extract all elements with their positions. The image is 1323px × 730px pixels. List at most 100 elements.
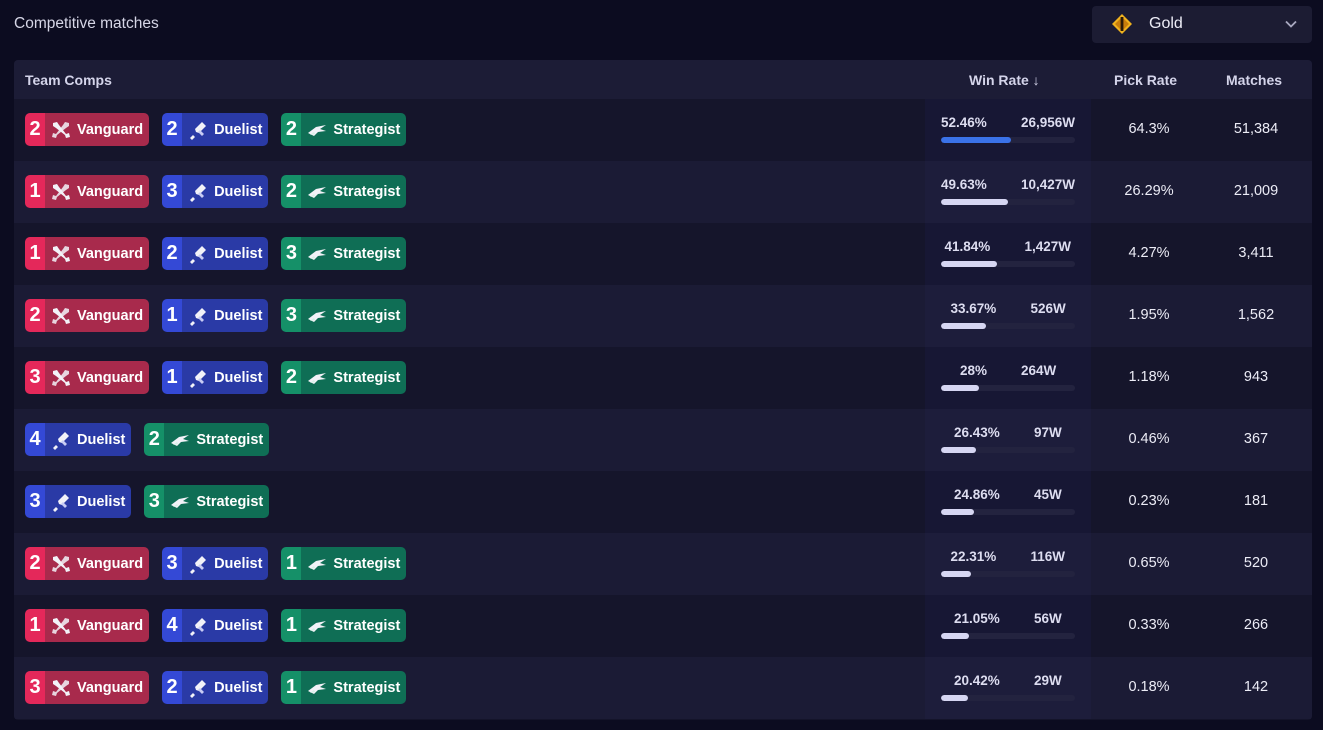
role-label: Strategist bbox=[196, 431, 264, 448]
strategist-badge[interactable]: 3 Strategist bbox=[281, 299, 407, 332]
page-title: Competitive matches bbox=[14, 15, 159, 32]
role-label: Strategist bbox=[333, 183, 401, 200]
role-label: Strategist bbox=[333, 121, 401, 138]
duelist-badge[interactable]: 3 Duelist bbox=[162, 175, 269, 208]
duelist-badge[interactable]: 2 Duelist bbox=[162, 113, 269, 146]
vanguard-icon bbox=[50, 553, 72, 575]
strategist-badge[interactable]: 2 Strategist bbox=[281, 361, 407, 394]
vanguard-badge[interactable]: 3 Vanguard bbox=[25, 671, 150, 704]
win-rate-bar bbox=[941, 137, 1075, 143]
win-rate-cell: 21.05% 56W bbox=[925, 595, 1091, 657]
role-count: 3 bbox=[144, 485, 165, 518]
strategist-badge[interactable]: 3 Strategist bbox=[281, 237, 407, 270]
strategist-badge[interactable]: 1 Strategist bbox=[281, 609, 407, 642]
win-rate-bar-fill bbox=[941, 509, 975, 515]
duelist-icon bbox=[187, 243, 209, 265]
duelist-badge[interactable]: 2 Duelist bbox=[162, 671, 269, 704]
win-rate-percent: 26.43% bbox=[954, 425, 1000, 440]
role-count: 2 bbox=[281, 175, 302, 208]
pick-rate: 0.23% bbox=[1128, 493, 1170, 509]
duelist-badge[interactable]: 3 Duelist bbox=[25, 485, 132, 518]
role-count: 1 bbox=[281, 609, 302, 642]
strategist-badge[interactable]: 2 Strategist bbox=[144, 423, 270, 456]
role-count: 2 bbox=[25, 547, 45, 580]
matches-count: 21,009 bbox=[1233, 183, 1279, 199]
strategist-badge[interactable]: 2 Strategist bbox=[281, 113, 407, 146]
role-count: 2 bbox=[162, 237, 183, 270]
column-header-pick-rate[interactable]: Pick Rate bbox=[1114, 72, 1177, 88]
role-count: 2 bbox=[25, 299, 45, 332]
role-label: Vanguard bbox=[77, 679, 144, 696]
win-rate-bar bbox=[941, 571, 1075, 577]
role-label: Duelist bbox=[214, 307, 263, 324]
role-count: 3 bbox=[162, 547, 183, 580]
strategist-badge[interactable]: 1 Strategist bbox=[281, 671, 407, 704]
role-label: Duelist bbox=[214, 679, 263, 696]
table-row[interactable]: 3 Vanguard 1 Duelist 2 Strategist 28% 264W 1.18%… bbox=[14, 347, 1312, 409]
role-count: 1 bbox=[25, 609, 45, 642]
column-header-team-comps[interactable]: Team Comps bbox=[25, 72, 112, 88]
role-count: 2 bbox=[162, 671, 183, 704]
win-count: 264W bbox=[1021, 363, 1057, 378]
rank-dropdown[interactable]: Gold bbox=[1092, 6, 1312, 43]
role-count: 1 bbox=[281, 671, 302, 704]
table-row[interactable]: 2 Vanguard 1 Duelist 3 Strategist 33.67% 526W 1.… bbox=[14, 285, 1312, 347]
vanguard-badge[interactable]: 3 Vanguard bbox=[25, 361, 150, 394]
strategist-badge[interactable]: 3 Strategist bbox=[144, 485, 270, 518]
table-row[interactable]: 1 Vanguard 4 Duelist 1 Strategist 21.05% 56W 0.3… bbox=[14, 595, 1312, 657]
duelist-icon bbox=[50, 429, 72, 451]
win-rate-bar-fill bbox=[941, 137, 1012, 143]
strategist-icon bbox=[169, 429, 191, 451]
team-comp: 3 Vanguard 1 Duelist 2 Strategist bbox=[25, 361, 419, 394]
duelist-badge[interactable]: 3 Duelist bbox=[162, 547, 269, 580]
role-label: Duelist bbox=[214, 555, 263, 572]
role-count: 2 bbox=[25, 113, 45, 146]
pick-rate: 26.29% bbox=[1124, 183, 1174, 199]
matches-count: 181 bbox=[1243, 493, 1269, 509]
table-row[interactable]: 2 Vanguard 2 Duelist 2 Strategist 52.46% 26,956… bbox=[14, 99, 1312, 161]
column-header-matches[interactable]: Matches bbox=[1226, 72, 1282, 88]
duelist-badge[interactable]: 4 Duelist bbox=[162, 609, 269, 642]
table-row[interactable]: 1 Vanguard 2 Duelist 3 Strategist 41.84% 1,427W… bbox=[14, 223, 1312, 285]
duelist-badge[interactable]: 2 Duelist bbox=[162, 237, 269, 270]
table-row[interactable]: 3 Duelist 3 Strategist 24.86% 45W 0.23% 181 bbox=[14, 471, 1312, 533]
vanguard-icon bbox=[50, 677, 72, 699]
strategist-badge[interactable]: 1 Strategist bbox=[281, 547, 407, 580]
vanguard-badge[interactable]: 2 Vanguard bbox=[25, 547, 150, 580]
role-count: 1 bbox=[25, 175, 45, 208]
role-count: 3 bbox=[25, 485, 45, 518]
vanguard-badge[interactable]: 1 Vanguard bbox=[25, 237, 150, 270]
win-count: 45W bbox=[1034, 487, 1062, 502]
vanguard-badge[interactable]: 1 Vanguard bbox=[25, 609, 150, 642]
duelist-icon bbox=[187, 119, 209, 141]
role-count: 3 bbox=[281, 237, 302, 270]
table-row[interactable]: 4 Duelist 2 Strategist 26.43% 97W 0.46% 367 bbox=[14, 409, 1312, 471]
role-count: 1 bbox=[281, 547, 302, 580]
role-count: 2 bbox=[144, 423, 165, 456]
matches-count: 51,384 bbox=[1233, 121, 1279, 137]
win-rate-bar-fill bbox=[941, 199, 1008, 205]
table-row[interactable]: 3 Vanguard 2 Duelist 1 Strategist 20.42% 29W 0.1… bbox=[14, 657, 1312, 719]
role-count: 3 bbox=[162, 175, 183, 208]
duelist-badge[interactable]: 1 Duelist bbox=[162, 361, 269, 394]
role-count: 3 bbox=[281, 299, 302, 332]
table-row[interactable]: 2 Vanguard 3 Duelist 1 Strategist 22.31% 116W 0.… bbox=[14, 533, 1312, 595]
strategist-icon bbox=[169, 491, 191, 513]
table-row[interactable]: 1 Vanguard 3 Duelist 2 Strategist 49.63% 10,427… bbox=[14, 161, 1312, 223]
strategist-badge[interactable]: 2 Strategist bbox=[281, 175, 407, 208]
strategist-icon bbox=[306, 305, 328, 327]
duelist-badge[interactable]: 4 Duelist bbox=[25, 423, 132, 456]
vanguard-icon bbox=[50, 305, 72, 327]
pick-rate: 0.33% bbox=[1128, 617, 1170, 633]
role-label: Strategist bbox=[333, 555, 401, 572]
column-header-win-rate[interactable]: Win Rate ↓ bbox=[969, 72, 1040, 88]
vanguard-badge[interactable]: 2 Vanguard bbox=[25, 299, 150, 332]
win-count: 526W bbox=[1030, 301, 1066, 316]
strategist-icon bbox=[306, 677, 328, 699]
duelist-badge[interactable]: 1 Duelist bbox=[162, 299, 269, 332]
win-count: 56W bbox=[1034, 611, 1062, 626]
win-count: 1,427W bbox=[1024, 239, 1072, 254]
vanguard-badge[interactable]: 1 Vanguard bbox=[25, 175, 150, 208]
vanguard-badge[interactable]: 2 Vanguard bbox=[25, 113, 150, 146]
role-label: Vanguard bbox=[77, 617, 144, 634]
